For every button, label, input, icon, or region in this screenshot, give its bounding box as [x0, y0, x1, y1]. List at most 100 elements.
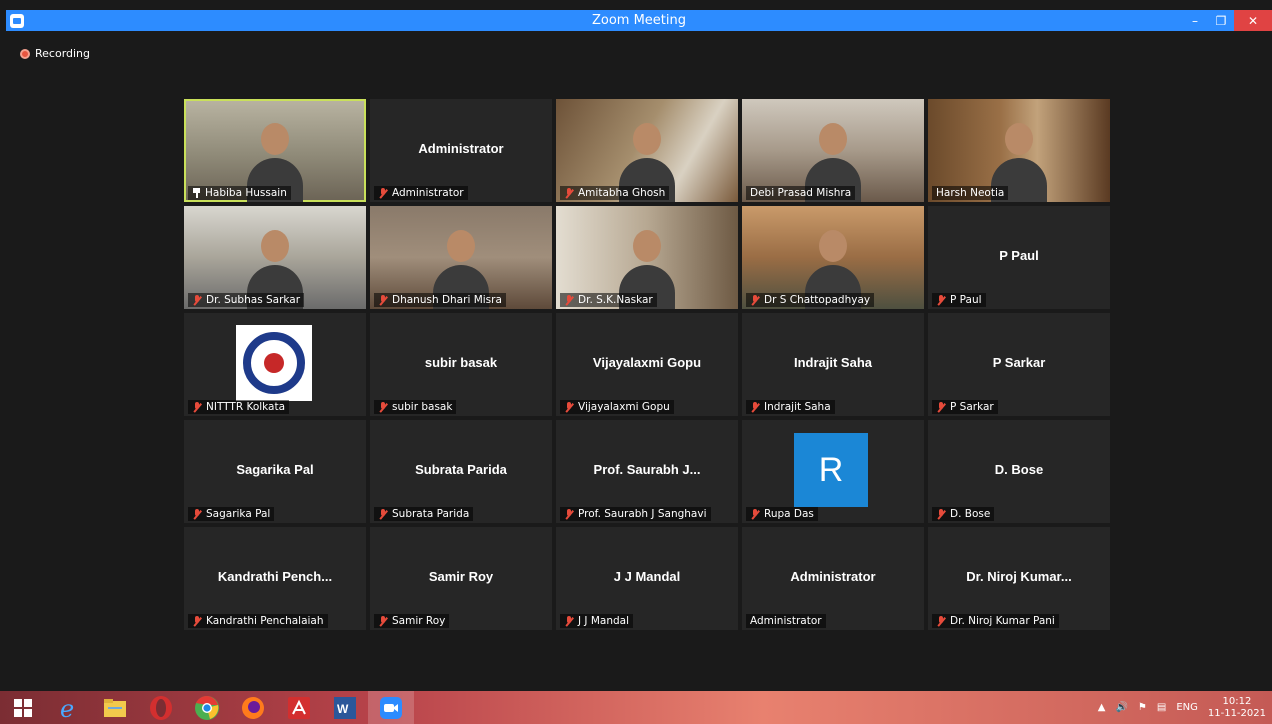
taskbar-acrobat[interactable] — [276, 691, 322, 724]
network-icon[interactable]: ▤ — [1157, 702, 1166, 713]
participant-nameplate: Indrajit Saha — [746, 400, 835, 414]
participant-nameplate: subir basak — [374, 400, 457, 414]
participant-tile[interactable]: Sagarika Pal Sagarika Pal — [184, 420, 366, 523]
participant-tile[interactable]: subir basak subir basak — [370, 313, 552, 416]
participant-name-label: Rupa Das — [764, 508, 814, 520]
participant-nameplate: Administrator — [746, 614, 826, 628]
participant-tile[interactable]: Debi Prasad Mishra — [742, 99, 924, 202]
participant-tile[interactable]: Samir Roy Samir Roy — [370, 527, 552, 630]
participant-tile[interactable]: Dr S Chattopadhyay — [742, 206, 924, 309]
participant-tile[interactable]: D. Bose D. Bose — [928, 420, 1110, 523]
participant-display-name: Samir Roy — [428, 569, 494, 584]
volume-icon[interactable]: 🔊 — [1115, 702, 1127, 713]
zoom-app-icon — [10, 13, 24, 28]
participant-face — [261, 230, 289, 262]
participant-name-label: Vijayalaxmi Gopu — [578, 401, 670, 413]
participant-tile[interactable]: P Paul P Paul — [928, 206, 1110, 309]
participant-name-label: D. Bose — [950, 508, 991, 520]
minimize-button[interactable]: – — [1182, 10, 1208, 31]
mic-muted-icon — [564, 508, 574, 520]
taskbar-opera[interactable] — [138, 691, 184, 724]
action-center-icon[interactable]: ⚑ — [1138, 702, 1147, 713]
participant-tile[interactable]: Subrata Parida Subrata Parida — [370, 420, 552, 523]
participant-name-label: Prof. Saurabh J Sanghavi — [578, 508, 707, 520]
participant-tile[interactable]: NITTTR Kolkata — [184, 313, 366, 416]
participant-display-name: Vijayalaxmi Gopu — [592, 355, 702, 370]
language-indicator[interactable]: ENG — [1176, 702, 1198, 713]
participant-tile[interactable]: P Sarkar P Sarkar — [928, 313, 1110, 416]
participant-tile[interactable]: R Rupa Das — [742, 420, 924, 523]
mic-muted-icon — [192, 508, 202, 520]
mic-muted-icon — [564, 187, 574, 199]
zoom-icon — [380, 696, 402, 719]
participant-nameplate: Administrator — [374, 186, 468, 200]
window-title: Zoom Meeting — [591, 13, 687, 28]
system-tray: ▲ 🔊 ⚑ ▤ ENG 10:12 11-11-2021 — [1098, 691, 1266, 724]
participant-nameplate: Kandrathi Penchalaiah — [188, 614, 328, 628]
participant-name-label: Dhanush Dhari Misra — [392, 294, 502, 306]
participant-display-name: J J Mandal — [613, 569, 681, 584]
participant-tile[interactable]: Dhanush Dhari Misra — [370, 206, 552, 309]
participant-display-name: Prof. Saurabh J... — [593, 462, 701, 477]
participant-name-label: P Paul — [950, 294, 982, 306]
show-hidden-icons-icon[interactable]: ▲ — [1098, 702, 1106, 713]
participant-tile[interactable]: Indrajit Saha Indrajit Saha — [742, 313, 924, 416]
taskbar-word[interactable]: W — [322, 691, 368, 724]
participant-tile[interactable]: Dr. Subhas Sarkar — [184, 206, 366, 309]
participant-nameplate: Sagarika Pal — [188, 507, 275, 521]
participant-name-label: Harsh Neotia — [936, 187, 1005, 199]
participant-tile[interactable]: Dr. S.K.Naskar — [556, 206, 738, 309]
participant-display-name: D. Bose — [994, 462, 1044, 477]
taskbar-file-explorer[interactable] — [92, 691, 138, 724]
mic-muted-icon — [936, 508, 946, 520]
participant-nameplate: Dr. S.K.Naskar — [560, 293, 657, 307]
firefox-icon — [242, 696, 264, 719]
participant-display-name: P Paul — [999, 248, 1039, 263]
participant-name-label: Habiba Hussain — [205, 187, 287, 199]
participant-face — [633, 230, 661, 262]
participant-name-label: Indrajit Saha — [764, 401, 831, 413]
participant-tile[interactable]: Prof. Saurabh J... Prof. Saurabh J Sangha… — [556, 420, 738, 523]
participant-tile[interactable]: Administrator Administrator — [370, 99, 552, 202]
close-button[interactable]: ✕ — [1234, 10, 1272, 31]
participant-nameplate: Prof. Saurabh J Sanghavi — [560, 507, 711, 521]
mic-muted-icon — [750, 508, 760, 520]
mic-muted-icon — [750, 401, 760, 413]
participant-nameplate: NITTTR Kolkata — [188, 400, 290, 414]
participant-tile[interactable]: Kandrathi Pench... Kandrathi Penchalaiah — [184, 527, 366, 630]
mic-muted-icon — [564, 294, 574, 306]
windows-logo-icon — [14, 698, 32, 717]
participant-name-label: Sagarika Pal — [206, 508, 271, 520]
participant-tile[interactable]: Harsh Neotia — [928, 99, 1110, 202]
clock[interactable]: 10:12 11-11-2021 — [1208, 696, 1266, 720]
start-button[interactable] — [0, 691, 46, 724]
participant-nameplate: Subrata Parida — [374, 507, 474, 521]
participant-tile[interactable]: J J Mandal J J Mandal — [556, 527, 738, 630]
mic-muted-icon — [192, 615, 202, 627]
recording-indicator[interactable]: Recording — [20, 47, 90, 60]
opera-icon — [150, 695, 172, 720]
participant-name-label: Administrator — [750, 615, 822, 627]
participant-tile[interactable]: Vijayalaxmi Gopu Vijayalaxmi Gopu — [556, 313, 738, 416]
participant-tile[interactable]: Habiba Hussain — [184, 99, 366, 202]
participant-tile[interactable]: Administrator Administrator — [742, 527, 924, 630]
taskbar-chrome[interactable] — [184, 691, 230, 724]
svg-text:W: W — [337, 702, 349, 716]
title-bar: Zoom Meeting – ❐ ✕ — [6, 10, 1272, 31]
avatar: R — [794, 433, 868, 507]
participant-tile[interactable]: Dr. Niroj Kumar... Dr. Niroj Kumar Pani — [928, 527, 1110, 630]
participant-tile[interactable]: Amitabha Ghosh — [556, 99, 738, 202]
taskbar-firefox[interactable] — [230, 691, 276, 724]
participant-name-label: subir basak — [392, 401, 453, 413]
taskbar-zoom[interactable] — [368, 691, 414, 724]
restore-button[interactable]: ❐ — [1208, 10, 1234, 31]
mic-muted-icon — [378, 294, 388, 306]
participant-nameplate: J J Mandal — [560, 614, 634, 628]
word-icon: W — [334, 696, 356, 719]
participant-face — [819, 230, 847, 262]
mic-muted-icon — [564, 615, 574, 627]
participant-face — [819, 123, 847, 155]
participant-nameplate: P Paul — [932, 293, 986, 307]
participant-nameplate: Debi Prasad Mishra — [746, 186, 856, 200]
taskbar-ie[interactable]: e — [46, 691, 92, 724]
